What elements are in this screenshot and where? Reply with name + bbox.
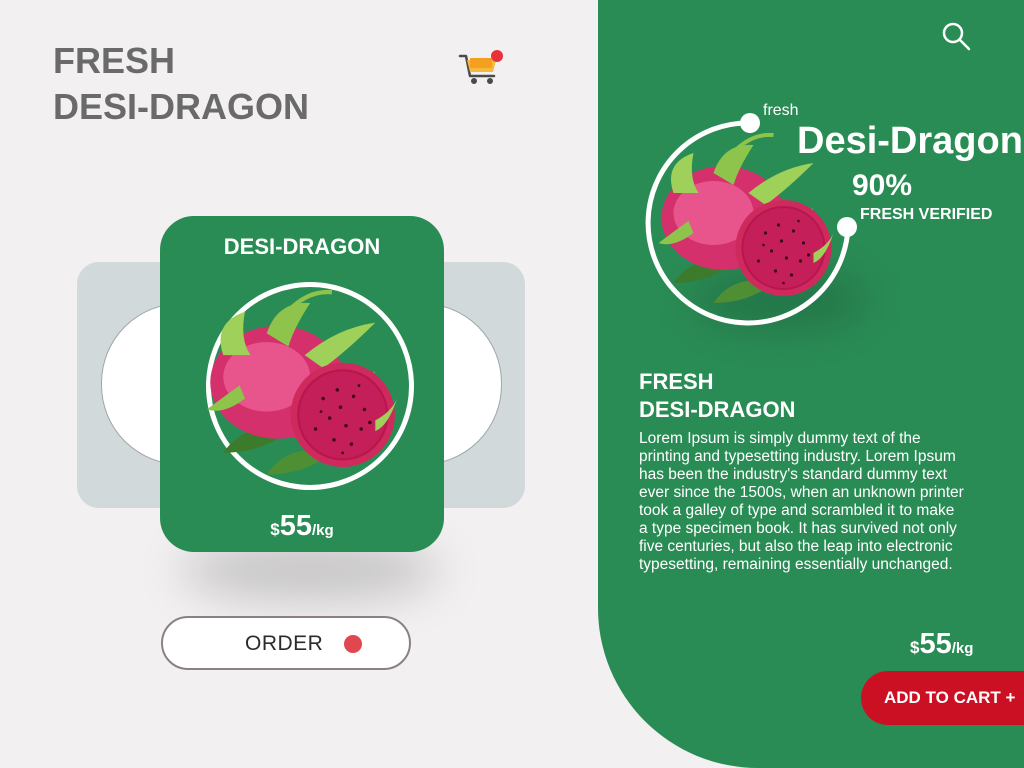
fresh-verified-label: FRESH VERIFIED: [860, 206, 993, 223]
detail-title-line2: DESI-DRAGON: [639, 397, 796, 422]
detail-price: $55/kg: [910, 628, 974, 660]
cart-notification-badge: [491, 50, 503, 62]
page-title-line1: FRESH: [53, 40, 176, 81]
add-to-cart-button[interactable]: ADD TO CART +: [861, 671, 1024, 725]
page-title-line2: DESI-DRAGON: [53, 86, 310, 127]
order-button[interactable]: ORDER: [161, 616, 411, 670]
page-title: FRESH DESI-DRAGON: [53, 38, 353, 130]
detail-title-line1: FRESH: [639, 369, 714, 394]
ring-start-dot: [740, 113, 760, 133]
product-card-price: $55/kg: [270, 510, 334, 542]
detail-title: FRESH DESI-DRAGON: [639, 368, 795, 424]
order-indicator-dot: [344, 635, 362, 653]
search-icon[interactable]: [940, 20, 972, 52]
product-card[interactable]: DESI-DRAGON $55/kg: [160, 216, 444, 552]
hero-product-name: Desi-Dragon: [797, 120, 1023, 162]
order-button-label: ORDER: [245, 632, 324, 655]
shopping-cart-icon[interactable]: [458, 48, 506, 88]
dragon-fruit-image: [194, 290, 410, 480]
hero-fresh-label: fresh: [763, 102, 799, 119]
detail-description: Lorem Ipsum is simply dummy text of the …: [639, 430, 964, 573]
product-card-name: DESI-DRAGON: [223, 234, 381, 259]
freshness-percent: 90%: [852, 169, 913, 202]
